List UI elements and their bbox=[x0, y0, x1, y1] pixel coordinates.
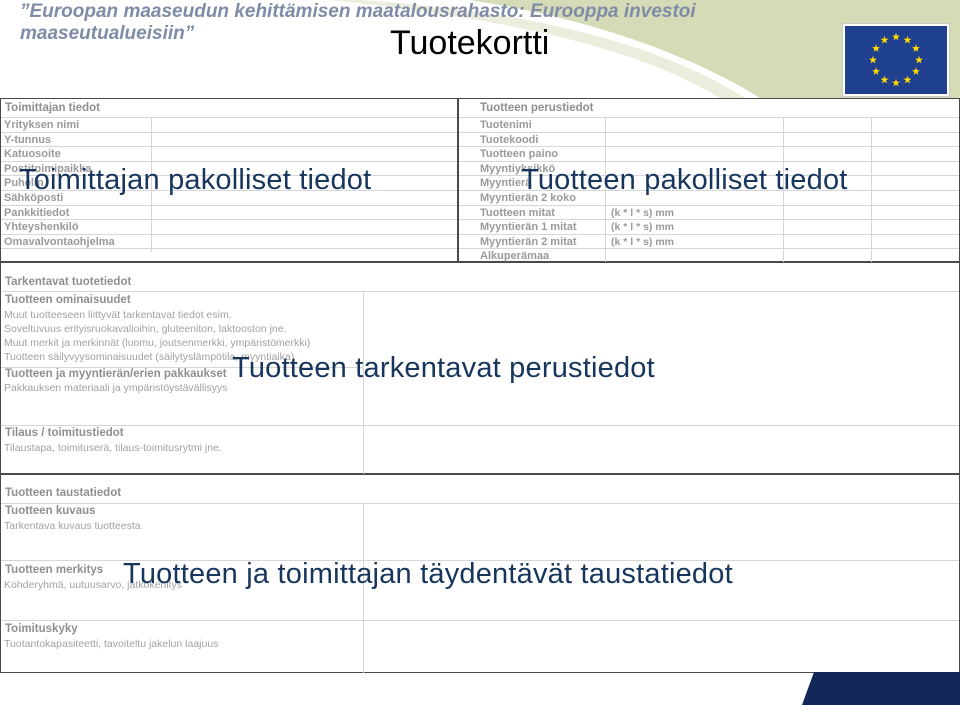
supplier-field-label: Omavalvontaohjelma bbox=[4, 235, 115, 248]
eu-star bbox=[892, 32, 900, 41]
detail-group3-line-1: Tilaustapa, toimituserä, tilaus-toimitus… bbox=[4, 442, 222, 454]
eu-star bbox=[880, 75, 889, 84]
supplier-field-label: Y-tunnus bbox=[4, 133, 52, 146]
product-divider-3 bbox=[871, 118, 872, 267]
eu-star bbox=[911, 44, 920, 52]
header-band: ”Euroopan maaseudun kehittämisen maatalo… bbox=[0, 0, 960, 100]
bg-group3-title: Toimituskyky bbox=[5, 623, 78, 635]
product-field-row: Tuotekoodi bbox=[459, 133, 959, 148]
product-field-unit: (k * l * s) mm bbox=[611, 206, 675, 219]
bg-group3-line-1: Tuotantokapasiteetti, tavoiteltu jakelun… bbox=[4, 638, 219, 650]
product-field-label: Tuotteen paino bbox=[480, 148, 559, 161]
detail-group2-line-1: Pakkauksen materiaali ja ympäristöystävä… bbox=[4, 382, 228, 394]
product-field-row: Tuotenimi bbox=[459, 118, 959, 133]
bg-rule-3 bbox=[1, 620, 959, 621]
detail-rule-1 bbox=[1, 291, 959, 292]
bg-group2-title: Tuotteen merkitys bbox=[5, 564, 104, 576]
supplier-heading: Toimittajan tiedot bbox=[5, 102, 100, 114]
product-field-label: Tuotenimi bbox=[480, 119, 532, 131]
supplier-field-label: Katuosoite bbox=[4, 148, 61, 161]
eu-star bbox=[915, 55, 923, 64]
eu-star bbox=[872, 67, 881, 75]
detail-overlay-label: Tuotteen tarkentavat perustiedot bbox=[232, 352, 655, 384]
product-overlay-label: Tuotteen pakolliset tiedot bbox=[521, 164, 848, 196]
product-field-row: Tuotteen paino bbox=[459, 147, 959, 162]
corner-decoration bbox=[802, 672, 960, 705]
detail-group1-line-3: Muut merkit ja merkinnät (luomu, joutsen… bbox=[4, 337, 311, 349]
product-field-row: Myyntierän 2 mitat (k * l * s) mm bbox=[459, 235, 959, 250]
eu-star bbox=[872, 44, 881, 52]
supplier-field-row: Yhteyshenkilö bbox=[1, 220, 457, 235]
eu-star bbox=[869, 55, 877, 64]
background-overlay-label: Tuotteen ja toimittajan täydentävät taus… bbox=[123, 558, 733, 590]
eu-star bbox=[903, 35, 912, 44]
detail-rule-3 bbox=[1, 425, 959, 426]
detail-group2-title: Tuotteen ja myyntierän/erien pakkaukset bbox=[5, 368, 227, 380]
product-field-unit: (k * l * s) mm bbox=[611, 235, 675, 248]
eu-flag bbox=[842, 23, 950, 97]
product-field-unit: (k * l * s) mm bbox=[611, 221, 675, 234]
eu-star bbox=[892, 78, 900, 87]
bg-group1-title: Tuotteen kuvaus bbox=[5, 505, 96, 517]
detail-group1-title: Tuotteen ominaisuudet bbox=[5, 294, 131, 306]
supplier-field-row: Y-tunnus bbox=[1, 133, 457, 148]
product-field-label: Tuotekoodi bbox=[480, 133, 539, 146]
product-field-row: Myyntierän 1 mitat (k * l * s) mm bbox=[459, 220, 959, 235]
eu-star bbox=[880, 35, 889, 44]
supplier-field-row: Yrityksen nimi bbox=[1, 118, 457, 133]
product-detail-heading: Tarkentavat tuotetiedot bbox=[5, 276, 132, 288]
bg-rule-1 bbox=[1, 503, 959, 504]
product-field-row: Tuotteen mitat (k * l * s) mm bbox=[459, 206, 959, 221]
supplier-overlay-label: Toimittajan pakolliset tiedot bbox=[19, 164, 372, 196]
eu-star bbox=[903, 75, 912, 84]
product-basic-heading: Tuotteen perustiedot bbox=[480, 102, 594, 114]
supplier-field-row: Katuosoite bbox=[1, 147, 457, 162]
product-field-label: Myyntierän 1 mitat bbox=[480, 221, 577, 234]
supplier-field-row: Omavalvontaohjelma bbox=[1, 235, 457, 250]
background-heading: Tuotteen taustatiedot bbox=[5, 487, 122, 499]
bg-group1-line-1: Tarkentava kuvaus tuotteesta bbox=[4, 520, 141, 532]
product-field-label: Myyntierän 2 mitat bbox=[480, 235, 577, 248]
supplier-field-label: Yhteyshenkilö bbox=[4, 221, 79, 234]
eu-star bbox=[911, 67, 920, 75]
product-field-label: Alkuperämaa bbox=[480, 250, 550, 263]
eu-stars-icon bbox=[869, 32, 923, 87]
page-title: Tuotekortti bbox=[390, 24, 550, 62]
supplier-field-label: Yrityksen nimi bbox=[4, 119, 80, 131]
product-field-label: Tuotteen mitat bbox=[480, 206, 555, 219]
supplier-field-row: Pankkitiedot bbox=[1, 206, 457, 221]
detail-group1-line-2: Soveltuvuus erityisruokavalioihin, glute… bbox=[4, 323, 287, 335]
detail-group1-line-1: Muut tuotteeseen liittyvät tarkentavat t… bbox=[4, 309, 232, 321]
detail-group3-title: Tilaus / toimitustiedot bbox=[5, 427, 124, 439]
supplier-field-label: Pankkitiedot bbox=[4, 206, 70, 219]
